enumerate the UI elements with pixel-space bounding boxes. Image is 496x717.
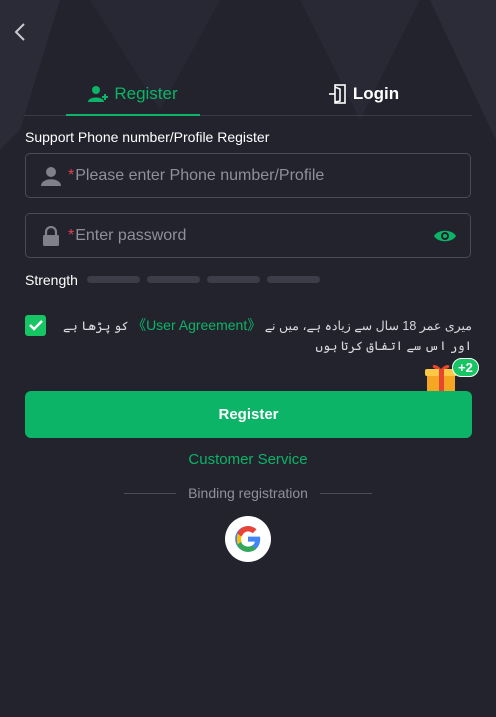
auth-tabs: Register Login — [24, 72, 472, 116]
password-field[interactable]: * — [25, 213, 471, 258]
tab-login-label: Login — [352, 83, 400, 103]
tab-register-label: Register — [114, 83, 178, 103]
strength-bar — [147, 276, 200, 283]
phone-input[interactable] — [74, 166, 470, 185]
strength-bar — [267, 276, 320, 283]
agreement-text: میری عمر 18 سال سے زیادہ ہے، میں نے 《Use… — [60, 315, 472, 356]
user-plus-icon — [88, 85, 109, 102]
strength-meter — [87, 276, 320, 283]
agreement-checkbox[interactable] — [25, 315, 46, 336]
tab-register[interactable]: Register — [66, 72, 200, 116]
gift-reward[interactable]: +2 — [424, 356, 480, 394]
eye-icon[interactable] — [432, 224, 458, 248]
google-icon — [235, 526, 261, 552]
password-input[interactable] — [74, 226, 470, 245]
lock-icon — [40, 225, 62, 247]
user-agreement-link[interactable]: 《User Agreement》 — [132, 317, 261, 333]
chevron-left-icon — [14, 23, 25, 41]
tab-login[interactable]: Login — [324, 72, 404, 115]
user-icon — [40, 165, 62, 187]
binding-registration-divider: Binding registration — [124, 485, 373, 501]
google-login-button[interactable] — [225, 516, 271, 562]
door-login-icon — [328, 83, 346, 104]
strength-label: Strength — [25, 272, 78, 288]
phone-field[interactable]: * — [25, 153, 471, 198]
section-label: Support Phone number/Profile Register — [25, 129, 270, 145]
divider-line — [319, 492, 373, 494]
customer-service-link[interactable]: Customer Service — [0, 451, 496, 468]
strength-bar — [207, 276, 260, 283]
agreement-text-before: میری عمر 18 سال سے زیادہ ہے، میں نے — [264, 319, 472, 333]
binding-label: Binding registration — [188, 485, 308, 501]
divider-line — [124, 492, 177, 494]
gift-badge: +2 — [452, 358, 479, 377]
strength-bar — [87, 276, 140, 283]
check-icon — [28, 320, 43, 331]
register-button[interactable]: Register — [25, 391, 472, 438]
back-button[interactable] — [10, 20, 30, 44]
